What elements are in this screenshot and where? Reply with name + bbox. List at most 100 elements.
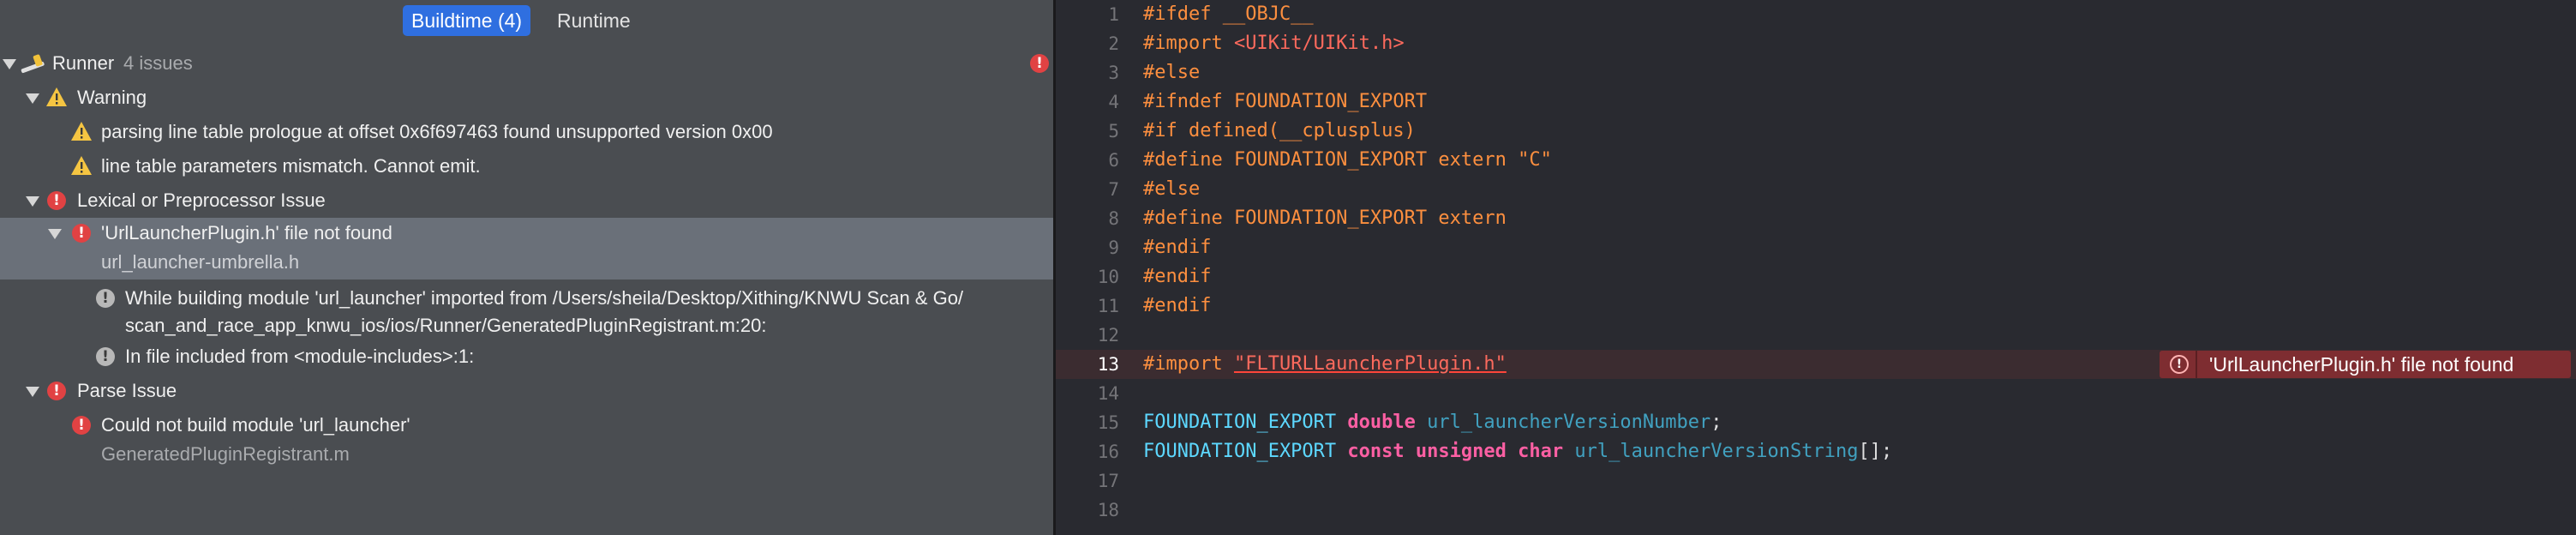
error-title: Could not build module 'url_launcher' (101, 414, 410, 436)
line-number: 4 (1108, 92, 1119, 112)
code-line: 12 (1056, 321, 2576, 350)
error-file: GeneratedPluginRegistrant.m (101, 443, 350, 465)
code-token: <UIKit/UIKit.h> (1233, 33, 1405, 54)
error-title: 'UrlLauncherPlugin.h' file not found (101, 222, 392, 243)
warning-item[interactable]: parsing line table prologue at offset 0x… (0, 117, 1053, 147)
line-number: 2 (1108, 33, 1119, 54)
hammer-icon (21, 54, 45, 74)
code-text: #else (1143, 62, 1201, 83)
banner-separator (2196, 351, 2197, 378)
warning-item[interactable]: line table parameters mismatch. Cannot e… (0, 151, 1053, 182)
code-editor[interactable]: 1 #ifdef __OBJC__ 2 #import <UIKit/UIKit… (1056, 0, 2576, 535)
code-token: double (1347, 412, 1416, 433)
code-token: unsigned (1415, 441, 1507, 462)
note-line: In file included from <module-includes>:… (125, 346, 475, 367)
xcode-window: Buildtime (4) Runtime Runner 4 issues ! … (0, 0, 2576, 535)
code-line: 6 #define FOUNDATION_EXPORT extern "C" (1056, 146, 2576, 175)
parse-group-row[interactable]: ! Parse Issue (0, 376, 1053, 406)
line-number: 6 (1108, 150, 1119, 171)
code-token: const (1347, 441, 1405, 462)
error-circle-icon: ! (1030, 54, 1049, 73)
note-item[interactable]: ! While building module 'url_launcher' i… (0, 283, 1053, 343)
project-row[interactable]: Runner 4 issues ! (0, 48, 1053, 79)
line-number: 5 (1108, 121, 1119, 141)
warning-group-title: Warning (77, 87, 147, 108)
code-line: 18 (1056, 496, 2576, 525)
error-circle-icon: ! (47, 382, 66, 400)
code-line: 11 #endif (1056, 292, 2576, 321)
warning-triangle-icon (71, 156, 92, 175)
code-line: 17 (1056, 466, 2576, 496)
code-line: 3 #else (1056, 58, 2576, 87)
code-line-error: 13 #import "FLTURLLauncherPlugin.h" ! 'U… (1056, 350, 2576, 379)
issue-navigator: Buildtime (4) Runtime Runner 4 issues ! … (0, 0, 1053, 535)
code-line: 2 #import <UIKit/UIKit.h> (1056, 29, 2576, 58)
error-circle-icon: ! (2170, 355, 2189, 374)
code-token: char (1518, 441, 1564, 462)
line-number: 17 (1097, 471, 1119, 491)
code-token: #define FOUNDATION_EXPORT extern (1143, 149, 1519, 171)
warning-triangle-icon (71, 122, 92, 141)
code-token: ; (1710, 412, 1722, 433)
code-text: #endif (1143, 266, 1212, 287)
code-token: #import (1143, 353, 1234, 375)
issue-count: 4 issues (123, 52, 193, 74)
line-number: 7 (1108, 179, 1119, 200)
code-line: 15 FOUNDATION_EXPORT double url_launcher… (1056, 408, 2576, 437)
error-circle-icon: ! (72, 416, 91, 435)
code-text: #else (1143, 178, 1201, 200)
selected-error-row[interactable]: ! 'UrlLauncherPlugin.h' file not found u… (0, 218, 1053, 280)
note-item[interactable]: ! In file included from <module-includes… (0, 341, 1053, 372)
code-text: #ifndef FOUNDATION_EXPORT (1143, 91, 1428, 112)
code-text: #endif (1143, 295, 1212, 316)
inline-error-banner[interactable]: ! 'UrlLauncherPlugin.h' file not found (2160, 351, 2571, 378)
lexical-group-title: Lexical or Preprocessor Issue (77, 189, 326, 211)
code-text: #if defined(__cplusplus) (1143, 120, 1416, 141)
code-text: #define FOUNDATION_EXPORT extern (1143, 207, 1507, 229)
code-token: url_launcherVersionNumber (1427, 412, 1711, 433)
line-number: 15 (1097, 412, 1119, 433)
code-line: 4 #ifndef FOUNDATION_EXPORT (1056, 87, 2576, 117)
note-line: scan_and_race_app_knwu_ios/ios/Runner/Ge… (125, 315, 767, 336)
code-line: 1 #ifdef __OBJC__ (1056, 0, 2576, 29)
disclosure-triangle-icon[interactable] (3, 59, 16, 69)
warning-group-row[interactable]: Warning (0, 82, 1053, 113)
code-text: #endif (1143, 237, 1212, 258)
parse-error-row[interactable]: ! Could not build module 'url_launcher' … (0, 410, 1053, 472)
line-number: 10 (1097, 267, 1119, 287)
line-number: 16 (1097, 442, 1119, 462)
line-number: 3 (1108, 63, 1119, 83)
warning-triangle-icon (46, 87, 67, 106)
project-name: Runner (52, 52, 115, 74)
code-line: 10 #endif (1056, 262, 2576, 292)
disclosure-triangle-icon[interactable] (26, 196, 39, 207)
lexical-group-row[interactable]: ! Lexical or Preprocessor Issue (0, 185, 1053, 216)
code-token: #import (1143, 33, 1234, 54)
disclosure-triangle-icon[interactable] (26, 93, 39, 104)
line-number: 8 (1108, 208, 1119, 229)
code-token: "C" (1518, 149, 1552, 171)
disclosure-triangle-icon[interactable] (26, 387, 39, 397)
line-number: 13 (1097, 354, 1119, 375)
line-number: 14 (1097, 383, 1119, 404)
tab-runtime[interactable]: Runtime (548, 5, 639, 36)
code-token: url_launcherVersionString (1574, 441, 1859, 462)
warning-message: parsing line table prologue at offset 0x… (101, 121, 773, 142)
scope-bar: Buildtime (4) Runtime (0, 0, 1053, 41)
code-text: #ifdef __OBJC__ (1143, 3, 1314, 25)
code-line: 9 #endif (1056, 233, 2576, 262)
error-circle-icon: ! (47, 191, 66, 210)
error-file: url_launcher-umbrella.h (101, 251, 300, 273)
code-token: []; (1858, 441, 1893, 462)
error-circle-icon: ! (72, 224, 91, 243)
code-token: FOUNDATION_EXPORT (1143, 441, 1337, 462)
code-token: FOUNDATION_EXPORT (1143, 412, 1337, 433)
disclosure-triangle-icon[interactable] (48, 229, 62, 239)
code-line: 14 (1056, 379, 2576, 408)
line-number: 12 (1097, 325, 1119, 346)
warning-message: line table parameters mismatch. Cannot e… (101, 155, 481, 177)
code-token: "FLTURLLauncherPlugin.h" (1233, 353, 1507, 375)
tab-buildtime[interactable]: Buildtime (4) (403, 5, 531, 36)
line-number: 1 (1108, 4, 1119, 25)
code-line: 5 #if defined(__cplusplus) (1056, 117, 2576, 146)
